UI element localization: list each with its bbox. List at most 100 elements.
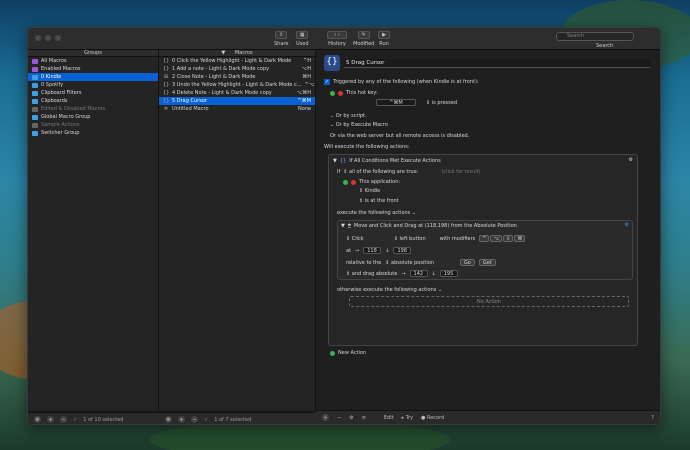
macro-label: 1 Add a note - Light & Dark Mode copy [172, 66, 270, 72]
application-state-select[interactable]: ⇕ is at the front [359, 198, 399, 204]
folder-icon [32, 58, 38, 64]
remove-condition-icon[interactable] [351, 179, 356, 185]
x-field[interactable]: 118 [363, 247, 382, 254]
run-button[interactable]: ▶ Run [378, 31, 390, 47]
enable-check-icon[interactable]: ✓ [73, 417, 77, 423]
history-button[interactable]: ‹ › History [327, 31, 347, 47]
hotkey-field[interactable]: ^⌘M [376, 99, 416, 106]
gear-icon[interactable]: ⚙ [349, 415, 353, 421]
get-button[interactable]: Get [478, 259, 496, 266]
hotkey-mode-select[interactable]: ⇕ is pressed [426, 100, 457, 106]
edit-button[interactable]: Edit [384, 415, 394, 421]
sort-icon[interactable]: ▼ [221, 50, 225, 56]
move-click-action-panel: ▼ 🖱 Move and Click and Drag at (118,198)… [337, 220, 633, 280]
gear-icon[interactable]: ⚙ [165, 416, 172, 423]
group-item[interactable]: Clipboard Filters [28, 89, 158, 97]
action-gear-icon[interactable]: ⚙ [629, 157, 633, 163]
y-field[interactable]: 198 [393, 247, 412, 254]
remove-action-button[interactable]: − [337, 415, 341, 421]
action-gear-icon[interactable]: ⚙ [625, 222, 629, 228]
add-condition-icon[interactable] [343, 179, 348, 185]
folder-icon [32, 82, 38, 88]
modifier-keys: ^ ⌥ ⇧ ⌘ [479, 235, 526, 242]
add-trigger-icon[interactable] [330, 90, 335, 96]
group-item[interactable]: Clipboards [28, 97, 158, 105]
folder-icon [32, 98, 38, 104]
search-input[interactable]: Search [556, 32, 634, 41]
y-arrow-icon: ↓ [431, 270, 436, 277]
help-icon[interactable]: ? [651, 415, 654, 421]
mouse-cursor-icon: 🖱 [347, 223, 351, 229]
modified-icon: ✎ [357, 31, 370, 39]
move-click-action-title[interactable]: ▼ 🖱 Move and Click and Drag at (118,198)… [341, 223, 517, 229]
group-label: Clipboard Filters [41, 90, 82, 96]
remove-macro-button[interactable]: − [191, 416, 198, 423]
or-by-execute-macro[interactable]: ⌄ Or by Execute Macro [330, 122, 388, 128]
macro-icon[interactable]: {} [324, 55, 340, 71]
or-by-script[interactable]: ⌄ Or by script. [330, 113, 367, 119]
group-item[interactable]: Global Macro Group [28, 113, 158, 121]
macro-item[interactable]: {} 4 Delete Note - Light & Dark Mode copy… [159, 89, 315, 97]
macro-item[interactable]: {} 3 Undo the Yellow Highlight - Light & … [159, 81, 315, 89]
new-action-button[interactable]: New Action [330, 350, 366, 356]
mouse-button-select[interactable]: ⇕ left button [394, 236, 426, 242]
group-item[interactable]: All Macros [28, 57, 158, 65]
window-controls[interactable] [35, 35, 61, 41]
drag-mode-select[interactable]: ⇕ and drag absolute [346, 271, 397, 277]
modifier-key-button[interactable]: ⇧ [503, 235, 514, 242]
macro-item[interactable]: ⊞ 2 Close Note - Light & Dark Mode ⌘H [159, 73, 315, 81]
macro-label: 4 Delete Note - Light & Dark Mode copy [172, 90, 272, 96]
condition-mode-select[interactable]: ⇕ all of the following are true: [343, 169, 418, 175]
trigger-enabled-checkbox[interactable]: ✓ [324, 79, 330, 85]
macro-item[interactable]: ✲ Untitled Macro None [159, 105, 315, 113]
click-type-select[interactable]: ⇕ Click [346, 236, 364, 242]
macro-editor: {} 5 Drag Cursor ✓ Triggered by any of t… [316, 50, 660, 410]
record-button[interactable]: ● Record [421, 415, 444, 421]
drag-y-field[interactable]: 195 [439, 270, 458, 277]
modifier-key-button[interactable]: ⌥ [490, 235, 503, 242]
macro-icon: {} [163, 98, 170, 104]
go-button[interactable]: Go [459, 259, 475, 266]
application-select[interactable]: ⇕ Kindle [359, 188, 380, 194]
position-row: at → 118 ↓ 198 [346, 247, 412, 254]
search-label: Search [596, 43, 614, 49]
add-macro-button[interactable]: + [178, 416, 185, 423]
remove-trigger-icon[interactable] [338, 90, 343, 96]
run-icon: ▶ [378, 31, 390, 39]
group-item[interactable]: 0 Kindle [28, 73, 158, 81]
macro-label: 2 Close Note - Light & Dark Mode [172, 74, 256, 80]
group-item[interactable]: 0 Spotify [28, 81, 158, 89]
drag-x-field[interactable]: 142 [409, 270, 428, 277]
gear-icon[interactable]: ⚙ [34, 416, 41, 423]
macro-item[interactable]: {} 1 Add a note - Light & Dark Mode copy ⌥… [159, 65, 315, 73]
used-button[interactable]: ▦ Used [296, 31, 309, 47]
disclosure-triangle-icon[interactable]: ▼ [333, 158, 337, 164]
macro-item[interactable]: {} 5 Drag Cursor ^⌘M [159, 97, 315, 105]
add-group-button[interactable]: + [47, 416, 54, 423]
group-item[interactable]: Switcher Group [28, 129, 158, 137]
modifier-key-button[interactable]: ⌘ [514, 235, 526, 242]
groups-header: Groups [28, 50, 158, 57]
action-list-icon[interactable]: ≡ [362, 415, 366, 421]
macro-item[interactable]: {} 0 Click the Yellow Highlight - Light &… [159, 57, 315, 65]
try-button[interactable]: ▸ Try [402, 415, 413, 421]
if-action-title[interactable]: ▼ {} If All Conditions Met Execute Actio… [333, 158, 441, 164]
share-button[interactable]: ⇧ Share [274, 31, 288, 47]
remove-group-button[interactable]: − [60, 416, 67, 423]
group-item[interactable]: Edited & Disabled Macros [28, 105, 158, 113]
group-item[interactable]: Sample Actions [28, 121, 158, 129]
modified-button[interactable]: ✎ Modified [353, 31, 374, 47]
enable-check-icon[interactable]: ✓ [204, 417, 208, 423]
disclosure-triangle-icon[interactable]: ▼ [341, 223, 345, 229]
folder-icon [32, 122, 38, 128]
no-action-placeholder[interactable]: No Action [349, 296, 629, 307]
macro-icon: {} [163, 58, 170, 64]
trigger-heading: ✓ Triggered by any of the following (whe… [324, 79, 479, 85]
modifier-key-button[interactable]: ^ [479, 235, 490, 242]
group-item[interactable]: Enabled Macros [28, 65, 158, 73]
macro-name-field[interactable]: 5 Drag Cursor [344, 59, 650, 68]
relative-select[interactable]: ⇕ absolute position [385, 260, 434, 266]
add-action-button[interactable]: + [322, 414, 329, 421]
click-for-result-hint[interactable]: (click for result) [441, 169, 480, 175]
click-options-row: ⇕ Click ⇕ left button with modifiers ^ ⌥ ⇧… [346, 235, 526, 242]
